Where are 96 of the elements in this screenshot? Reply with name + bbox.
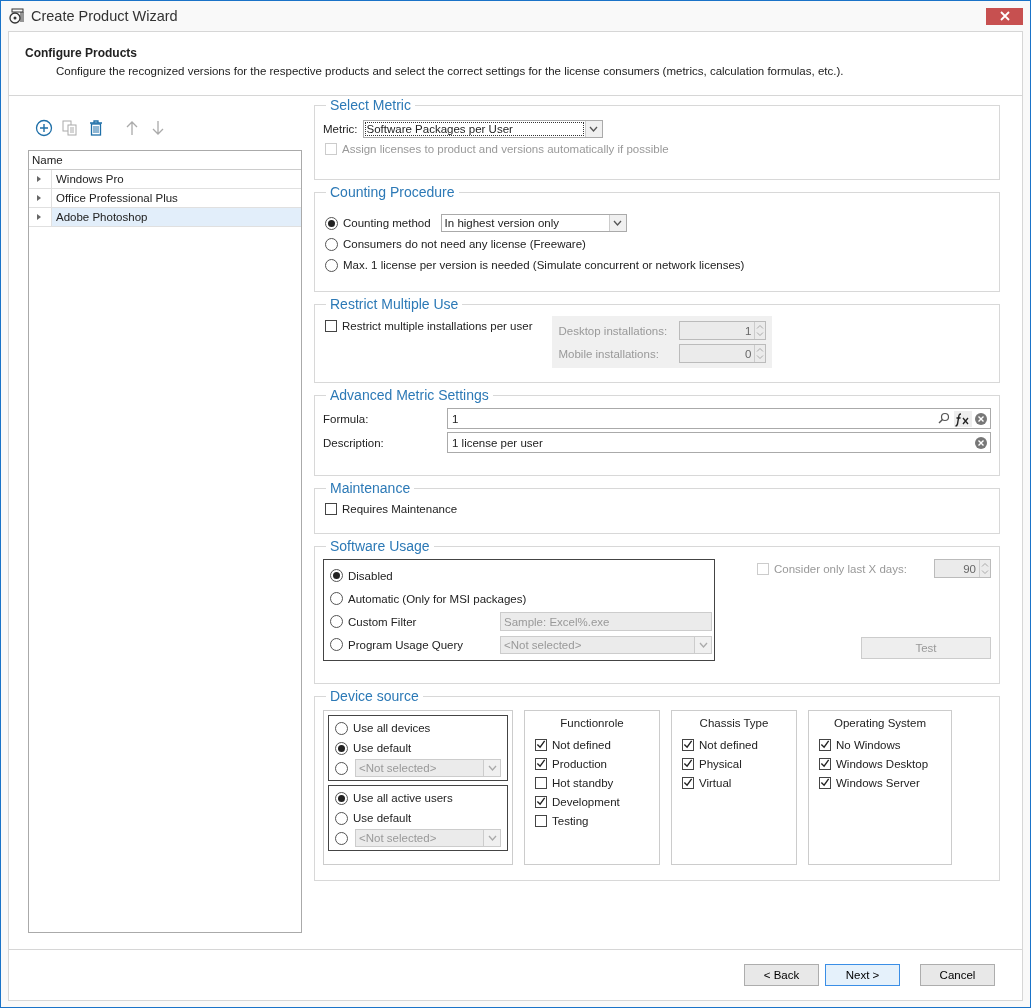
description-field[interactable]: 1 license per user — [447, 432, 991, 453]
checkbox-label: Restrict multiple installations per user — [342, 320, 533, 332]
checkbox[interactable] — [325, 503, 337, 515]
checkbox-label: Physical — [699, 757, 742, 770]
radio-label: Custom Filter — [348, 615, 418, 628]
expand-arrow-icon[interactable] — [36, 175, 42, 183]
radio-button[interactable] — [330, 592, 343, 605]
checkbox-label: Windows Server — [836, 776, 920, 789]
radio-label: Counting method — [343, 217, 431, 229]
checkbox-label: Windows Desktop — [836, 757, 929, 770]
radio-button[interactable] — [335, 721, 348, 735]
field-label: Mobile installations: — [558, 347, 660, 360]
group-title: Counting Procedure — [329, 184, 456, 200]
group-title: Select Metric — [329, 97, 412, 113]
radio-label: Use all active users — [353, 792, 453, 804]
field-label: Formula: — [323, 412, 370, 425]
radio-button[interactable] — [330, 638, 343, 651]
checkbox-label: Consider only last X days: — [774, 562, 907, 575]
field-label: Desktop installations: — [558, 324, 669, 337]
product-item[interactable]: Adobe Photoshop — [51, 208, 301, 226]
checkbox-label: No Windows — [836, 738, 901, 751]
clear-icon[interactable] — [974, 411, 988, 426]
function-icon[interactable] — [954, 410, 972, 427]
checkbox-label: Virtual — [699, 776, 732, 789]
checkbox-label: Not defined — [552, 738, 611, 751]
clear-icon[interactable] — [974, 435, 988, 450]
checkbox[interactable] — [682, 776, 694, 789]
window-title: Create Product Wizard — [31, 8, 178, 24]
filter-title: Operating System — [832, 717, 927, 729]
add-icon[interactable] — [33, 117, 55, 139]
radio-button[interactable] — [335, 761, 348, 775]
counting-method-dropdown[interactable]: In highest version only — [440, 214, 627, 232]
checkbox[interactable] — [535, 814, 547, 827]
page-title: Configure Products — [25, 46, 138, 60]
radio-button[interactable] — [330, 569, 343, 582]
formula-field[interactable]: 1 — [447, 408, 991, 429]
product-item[interactable]: Office Professional Plus — [51, 189, 301, 207]
group-title: Restrict Multiple Use — [329, 296, 460, 312]
radio-label: Max. 1 license per version is needed (Simulate concurrent or network licenses) — [343, 259, 745, 271]
radio-button[interactable] — [330, 615, 343, 628]
expand-arrow-icon[interactable] — [36, 194, 42, 202]
chevron-down-icon[interactable] — [613, 220, 623, 226]
close-icon — [999, 11, 1010, 21]
wizard-button[interactable]: Cancel — [920, 964, 995, 986]
checkbox-label: Not defined — [699, 738, 758, 751]
group-title: Device source — [329, 688, 420, 704]
radio-label: Use default — [353, 742, 412, 754]
checkbox-label: Production — [552, 757, 607, 770]
number-field[interactable]: 1 — [679, 321, 767, 340]
filter-title: Chassis Type — [698, 717, 770, 729]
radio-label: Automatic (Only for MSI packages) — [348, 592, 527, 605]
metric-dropdown[interactable]: Software Packages per User — [362, 120, 603, 138]
radio-button[interactable] — [335, 831, 348, 845]
checkbox[interactable] — [535, 795, 547, 808]
checkbox-label: Assign licenses to product and versions automatically if possible — [342, 143, 669, 155]
checkbox[interactable] — [325, 320, 337, 332]
group-title: Software Usage — [329, 538, 431, 554]
field-label: Metric: — [323, 123, 358, 135]
radio-button[interactable] — [325, 237, 338, 251]
radio-label: Disabled — [348, 569, 394, 582]
app-icon — [9, 8, 25, 24]
radio-button[interactable] — [335, 791, 348, 805]
radio-button[interactable] — [335, 741, 348, 755]
wizard-button[interactable]: < Back — [744, 964, 819, 986]
radio-label: Program Usage Query — [348, 638, 465, 651]
checkbox[interactable] — [682, 757, 694, 770]
radio-label: Use all devices — [353, 722, 431, 734]
filter-title: Functionrole — [559, 717, 625, 729]
group-title: Maintenance — [329, 480, 412, 496]
checkbox[interactable] — [819, 738, 831, 751]
column-header[interactable]: Name — [29, 151, 301, 170]
checkbox-label: Testing — [552, 814, 589, 827]
checkbox-label: Hot standby — [552, 776, 614, 789]
checkbox[interactable] — [819, 776, 831, 789]
product-item[interactable]: Windows Pro — [51, 170, 301, 188]
checkbox-label: Requires Maintenance — [342, 503, 458, 515]
group-title: Advanced Metric Settings — [329, 387, 490, 403]
close-button[interactable] — [986, 7, 1023, 25]
radio-button[interactable] — [335, 811, 348, 825]
radio-button[interactable] — [325, 258, 338, 272]
chevron-down-icon[interactable] — [589, 126, 598, 132]
checkbox-label: Development — [552, 795, 620, 808]
number-field[interactable]: 0 — [679, 344, 767, 363]
expand-arrow-icon[interactable] — [36, 213, 42, 221]
checkbox[interactable] — [682, 738, 694, 751]
radio-button[interactable] — [325, 216, 338, 230]
page-description: Configure the recognized versions for the respective products and select the correct settings for the license consumers (metrics, calculation formulas, etc.). — [56, 65, 845, 77]
radio-label: Consumers do not need any license (Freeware) — [343, 238, 586, 250]
checkbox[interactable] — [819, 757, 831, 770]
checkbox[interactable] — [535, 776, 547, 789]
radio-label: Use default — [353, 812, 412, 824]
checkbox[interactable] — [535, 738, 547, 751]
checkbox[interactable] — [535, 757, 547, 770]
field-label: Description: — [323, 436, 385, 449]
number-field[interactable]: 90 — [934, 559, 991, 578]
wizard-button[interactable]: Next > — [825, 964, 900, 986]
